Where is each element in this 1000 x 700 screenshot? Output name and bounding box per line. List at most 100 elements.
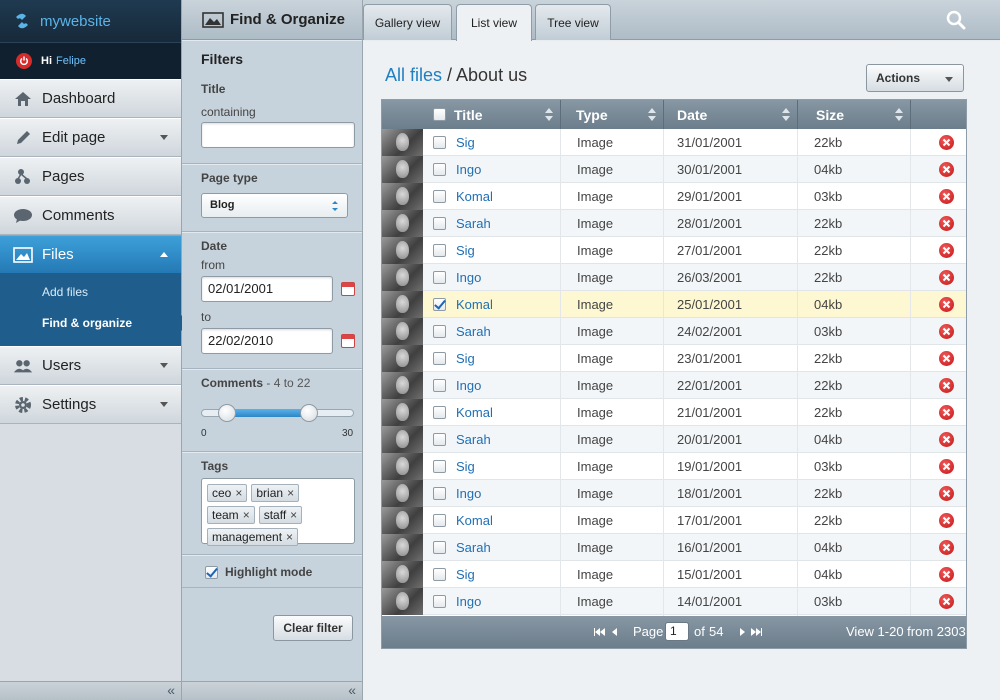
file-title-link[interactable]: Ingo xyxy=(456,378,481,393)
thumbnail-image[interactable] xyxy=(382,156,423,183)
nav-item-files[interactable]: Files xyxy=(0,235,181,274)
table-row[interactable]: Komal Image 25/01/2001 04kb xyxy=(382,291,966,318)
title-column-header[interactable]: Title xyxy=(423,100,561,129)
row-checkbox[interactable] xyxy=(433,217,446,230)
close-icon[interactable]: × xyxy=(286,530,293,544)
delete-icon[interactable] xyxy=(939,297,954,312)
row-checkbox[interactable] xyxy=(433,514,446,527)
tab-list-view[interactable]: List view xyxy=(456,4,532,41)
thumbnail-image[interactable] xyxy=(382,399,423,426)
chevron-up-icon[interactable] xyxy=(160,252,168,257)
table-row[interactable]: Sig Image 23/01/2001 22kb xyxy=(382,345,966,372)
table-row[interactable]: Sarah Image 24/02/2001 03kb xyxy=(382,318,966,345)
nav-item-users[interactable]: Users xyxy=(0,346,181,385)
row-checkbox[interactable] xyxy=(433,595,446,608)
close-icon[interactable]: × xyxy=(287,486,294,500)
tags-input[interactable]: ceo × brian × team × staff × management × xyxy=(201,478,355,546)
thumbnail-image[interactable] xyxy=(382,183,423,210)
table-row[interactable]: Komal Image 17/01/2001 22kb xyxy=(382,507,966,534)
search-icon[interactable] xyxy=(946,10,966,30)
file-title-link[interactable]: Komal xyxy=(456,405,493,420)
table-row[interactable]: Sarah Image 20/01/2001 04kb xyxy=(382,426,966,453)
file-title-link[interactable]: Sig xyxy=(456,243,475,258)
file-title-link[interactable]: Komal xyxy=(456,189,493,204)
table-row[interactable]: Ingo Image 14/01/2001 03kb xyxy=(382,588,966,615)
file-title-link[interactable]: Ingo xyxy=(456,162,481,177)
page-number-input[interactable]: 1 xyxy=(665,622,689,641)
table-row[interactable]: Sig Image 19/01/2001 03kb xyxy=(382,453,966,480)
table-row[interactable]: Sig Image 15/01/2001 04kb xyxy=(382,561,966,588)
thumbnail-image[interactable] xyxy=(382,588,423,615)
actions-dropdown[interactable]: Actions xyxy=(866,64,964,92)
thumbnail-image[interactable] xyxy=(382,426,423,453)
row-checkbox[interactable] xyxy=(433,352,446,365)
tab-gallery-view[interactable]: Gallery view xyxy=(363,4,452,40)
row-checkbox[interactable] xyxy=(433,298,446,311)
delete-icon[interactable] xyxy=(939,324,954,339)
sort-icon[interactable] xyxy=(545,108,553,121)
prev-page-icon[interactable] xyxy=(612,624,617,639)
table-row[interactable]: Sarah Image 16/01/2001 04kb xyxy=(382,534,966,561)
table-row[interactable]: Sig Image 31/01/2001 22kb xyxy=(382,129,966,156)
thumbnail-image[interactable] xyxy=(382,129,423,156)
file-title-link[interactable]: Komal xyxy=(456,513,493,528)
chevron-down-icon[interactable] xyxy=(160,363,168,368)
close-icon[interactable]: × xyxy=(235,486,242,500)
row-checkbox[interactable] xyxy=(433,244,446,257)
nav-item-dashboard[interactable]: Dashboard xyxy=(0,79,181,118)
chevron-down-icon[interactable] xyxy=(160,135,168,140)
thumbnail-image[interactable] xyxy=(382,561,423,588)
subnav-find-organize[interactable]: Find & organize xyxy=(0,307,189,338)
filter-collapse-button[interactable]: « xyxy=(182,681,362,700)
brand[interactable]: mywebsite xyxy=(0,0,181,42)
user-name[interactable]: Felipe xyxy=(56,55,86,67)
row-checkbox[interactable] xyxy=(433,487,446,500)
file-title-link[interactable]: Sig xyxy=(456,567,475,582)
delete-icon[interactable] xyxy=(939,162,954,177)
delete-icon[interactable] xyxy=(939,243,954,258)
last-page-icon[interactable] xyxy=(751,624,762,639)
type-column-header[interactable]: Type xyxy=(561,100,664,129)
calendar-icon[interactable] xyxy=(341,282,355,296)
nav-item-comments[interactable]: Comments xyxy=(0,196,181,235)
calendar-icon[interactable] xyxy=(341,334,355,348)
thumbnail-image[interactable] xyxy=(382,507,423,534)
date-from-input[interactable]: 02/01/2001 xyxy=(201,276,333,302)
file-title-link[interactable]: Komal xyxy=(456,297,493,312)
thumbnail-image[interactable] xyxy=(382,264,423,291)
thumbnail-image[interactable] xyxy=(382,210,423,237)
table-row[interactable]: Ingo Image 18/01/2001 22kb xyxy=(382,480,966,507)
nav-item-edit-page[interactable]: Edit page xyxy=(0,118,181,157)
row-checkbox[interactable] xyxy=(433,406,446,419)
row-checkbox[interactable] xyxy=(433,163,446,176)
tab-tree-view[interactable]: Tree view xyxy=(535,4,611,40)
table-row[interactable]: Ingo Image 22/01/2001 22kb xyxy=(382,372,966,399)
delete-icon[interactable] xyxy=(939,216,954,231)
close-icon[interactable]: × xyxy=(243,508,250,522)
row-checkbox[interactable] xyxy=(433,460,446,473)
file-title-link[interactable]: Sarah xyxy=(456,216,491,231)
delete-icon[interactable] xyxy=(939,189,954,204)
table-row[interactable]: Ingo Image 30/01/2001 04kb xyxy=(382,156,966,183)
thumbnail-image[interactable] xyxy=(382,318,423,345)
row-checkbox[interactable] xyxy=(433,271,446,284)
file-title-link[interactable]: Sarah xyxy=(456,540,491,555)
file-title-link[interactable]: Ingo xyxy=(456,270,481,285)
clear-filter-button[interactable]: Clear filter xyxy=(273,615,353,641)
thumbnail-image[interactable] xyxy=(382,291,423,318)
thumbnail-image[interactable] xyxy=(382,237,423,264)
select-all-checkbox[interactable] xyxy=(433,108,446,121)
row-checkbox[interactable] xyxy=(433,568,446,581)
subnav-add-files[interactable]: Add files xyxy=(0,276,181,307)
thumbnail-image[interactable] xyxy=(382,534,423,561)
delete-icon[interactable] xyxy=(939,513,954,528)
thumbnail-image[interactable] xyxy=(382,372,423,399)
file-title-link[interactable]: Sig xyxy=(456,135,475,150)
table-row[interactable]: Komal Image 21/01/2001 22kb xyxy=(382,399,966,426)
thumbnail-image[interactable] xyxy=(382,480,423,507)
table-row[interactable]: Komal Image 29/01/2001 03kb xyxy=(382,183,966,210)
delete-icon[interactable] xyxy=(939,540,954,555)
close-icon[interactable]: × xyxy=(290,508,297,522)
slider-max-handle[interactable] xyxy=(300,404,319,422)
file-title-link[interactable]: Sig xyxy=(456,351,475,366)
